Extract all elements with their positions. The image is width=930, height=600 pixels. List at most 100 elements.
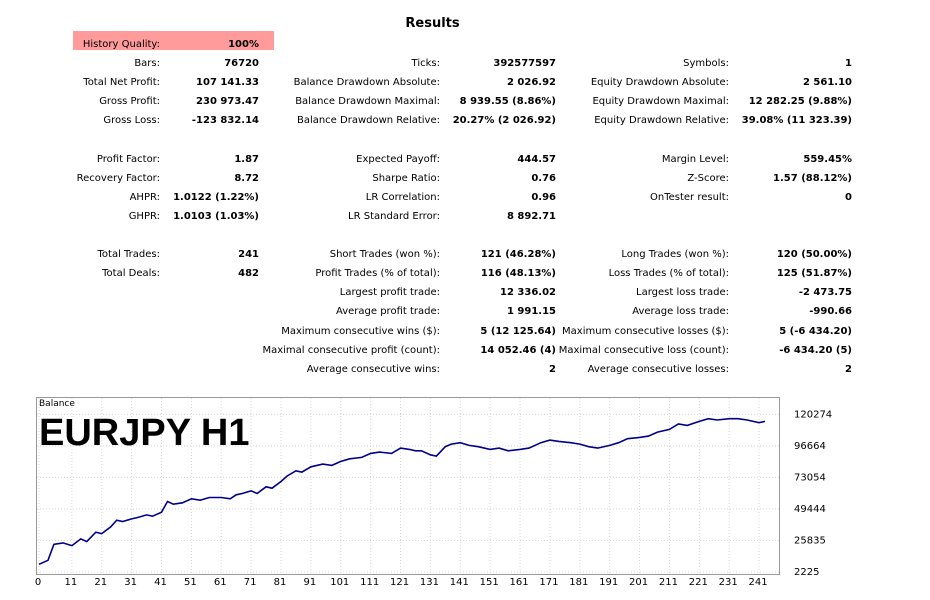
y-tick-label: 120274 [794,409,832,420]
x-tick-label: 91 [304,577,317,588]
x-tick-label: 121 [390,577,409,588]
stat-label: Average loss trade: [632,306,729,317]
stat-value: 107 141.33 [196,77,259,88]
stat-value: 1.87 [234,154,259,165]
stat-value: 20.27% (2 026.92) [452,115,556,126]
stat-label: AHPR: [129,192,160,203]
x-tick-label: 0 [35,577,41,588]
stat-value: 116 (48.13%) [480,268,556,279]
stat-value: 2 [845,364,852,375]
stat-value: -123 832.14 [191,115,259,126]
x-tick-label: 61 [214,577,227,588]
report-title: Results [405,16,460,31]
stat-label: OnTester result: [649,192,729,203]
x-tick-label: 131 [420,577,439,588]
x-tick-label: 81 [274,577,287,588]
stat-label: Total Trades: [97,249,161,260]
x-tick-label: 21 [94,577,107,588]
stat-value: 8 892.71 [506,211,556,222]
stat-label: Long Trades (won %): [621,249,729,260]
stat-label: Gross Loss: [103,115,160,126]
stat-value: 8.72 [234,173,259,184]
stat-label: Recovery Factor: [76,173,160,184]
stat-label: Short Trades (won %): [329,249,440,260]
stat-label: Average consecutive losses: [587,364,729,375]
stat-value: 121 (46.28%) [480,249,556,260]
stat-label: Balance Drawdown Relative: [296,115,440,126]
stat-value: 2 [549,364,556,375]
stat-label: Bars: [134,58,160,69]
y-tick-label: 25835 [794,535,826,546]
stat-value: 241 [238,249,259,260]
stat-label: Largest loss trade: [636,287,729,298]
stat-value: 1.0103 (1.03%) [173,211,259,222]
stat-value: 444.57 [517,154,556,165]
stat-label: Expected Payoff: [356,154,440,165]
x-tick-label: 111 [360,577,379,588]
stat-label: Equity Drawdown Maximal: [592,96,729,107]
stat-label: Z-Score: [687,173,729,184]
y-tick-label: 2225 [794,567,819,578]
stat-value: 0 [845,192,852,203]
x-tick-label: 191 [599,577,618,588]
stat-label: Maximum consecutive wins ($): [281,326,440,337]
stat-label: Maximal consecutive profit (count): [262,345,440,356]
stat-value: -6 434.20 (5) [779,345,852,356]
x-tick-label: 231 [719,577,738,588]
x-tick-label: 181 [569,577,588,588]
stat-label: Total Net Profit: [83,77,160,88]
x-tick-label: 31 [124,577,137,588]
stat-label: GHPR: [128,211,160,222]
x-tick-label: 71 [244,577,257,588]
stat-value: 1 991.15 [506,306,556,317]
stat-label: Sharpe Ratio: [372,173,440,184]
stat-value: 120 (50.00%) [776,249,852,260]
stat-value: 482 [238,268,259,279]
x-tick-label: 151 [480,577,499,588]
stat-value: 76720 [224,58,259,69]
stat-label: Maximum consecutive losses ($): [562,326,729,337]
stat-value: 12 336.02 [500,287,556,298]
stat-label: Maximal consecutive loss (count): [558,345,729,356]
stat-label: Largest profit trade: [339,287,440,298]
stat-label: Symbols: [683,58,729,69]
stat-value: 12 282.25 (9.88%) [748,96,852,107]
stat-label: Balance Drawdown Absolute: [293,77,440,88]
x-tick-label: 41 [154,577,167,588]
stat-value: 2 026.92 [506,77,556,88]
stat-value: 8 939.55 (8.86%) [459,96,556,107]
y-tick-label: 96664 [794,441,826,452]
x-tick-label: 211 [659,577,678,588]
stat-label: Gross Profit: [99,96,160,107]
stat-label: LR Standard Error: [348,211,440,222]
stat-label: LR Correlation: [365,192,440,203]
x-tick-label: 141 [450,577,469,588]
stat-value: 5 (-6 434.20) [779,326,852,337]
stat-value: 1.0122 (1.22%) [173,192,259,203]
stat-value: -2 473.75 [798,287,852,298]
stat-label: Average profit trade: [335,306,440,317]
stat-value: 2 561.10 [802,77,852,88]
stat-label: History Quality: [82,39,160,50]
x-tick-label: 51 [184,577,197,588]
stat-value: -990.66 [809,306,852,317]
stat-value: 1 [845,58,852,69]
x-tick-label: 221 [689,577,708,588]
x-tick-label: 11 [64,577,77,588]
chart-title: Balance [39,399,75,409]
stat-value: 0.96 [531,192,556,203]
stat-label: Profit Factor: [96,154,160,165]
stat-label: Balance Drawdown Maximal: [295,96,440,107]
stat-value: 125 (51.87%) [776,268,852,279]
stat-value: 100% [228,39,259,50]
stat-label: Equity Drawdown Absolute: [590,77,729,88]
stat-label: Average consecutive wins: [306,364,440,375]
stat-label: Loss Trades (% of total): [608,268,729,279]
stat-value: 559.45% [803,154,852,165]
stat-label: Equity Drawdown Relative: [594,115,729,126]
stat-label: Ticks: [411,58,440,69]
stat-value: 39.08% (11 323.39) [741,115,852,126]
stat-value: 1.57 (88.12%) [773,173,852,184]
y-tick-label: 49444 [794,504,826,515]
stat-value: 14 052.46 (4) [480,345,556,356]
